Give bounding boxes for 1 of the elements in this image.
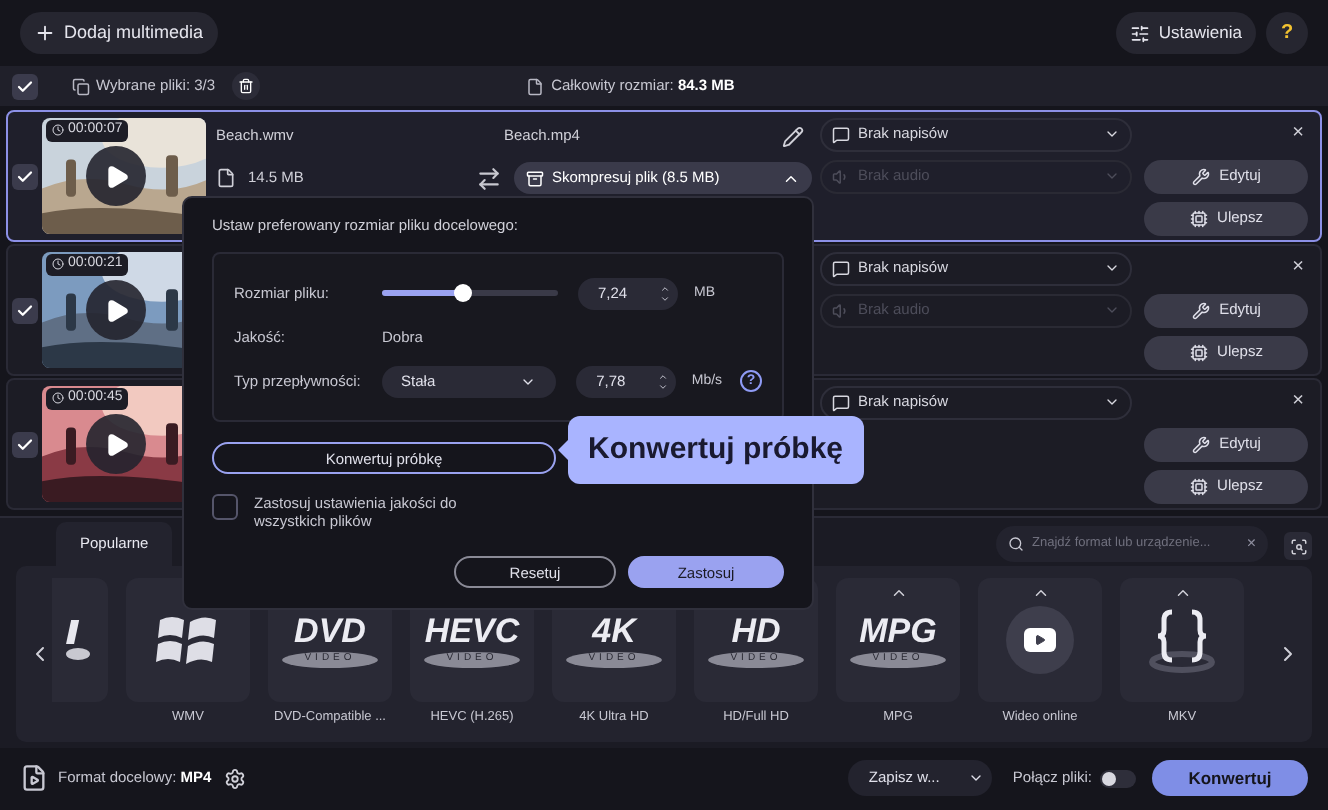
callout-tooltip: Konwertuj próbkę: [568, 416, 864, 484]
